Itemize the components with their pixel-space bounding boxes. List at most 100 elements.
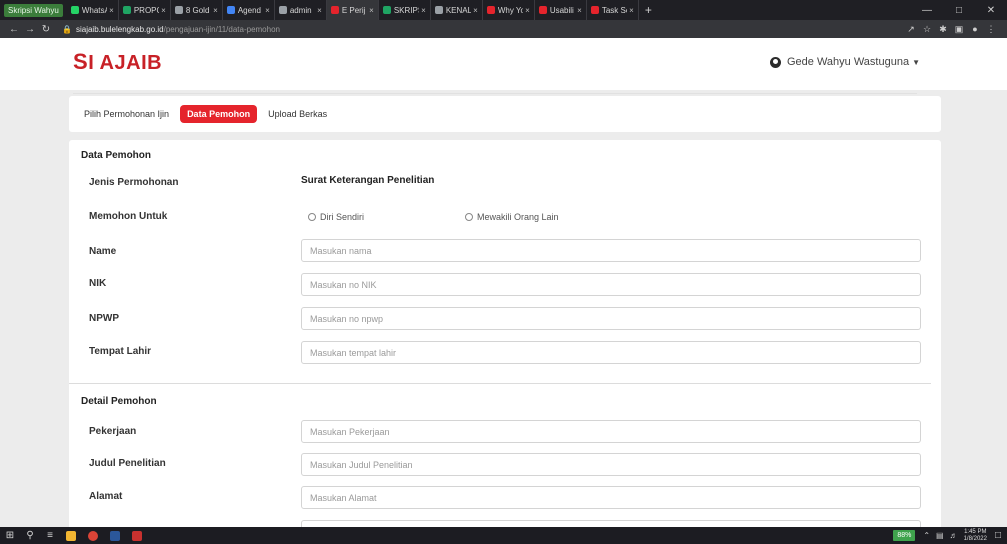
windows-taskbar: ⊞ ⚲ ≡ 88% ⌃ ▤ ♬ 1:45 PM 1/8/2022 □ — [0, 527, 1007, 544]
tab-title: Usabili — [549, 5, 574, 15]
sidebar-icon[interactable]: ▣ — [951, 24, 967, 35]
tab-favicon-icon — [278, 6, 287, 14]
back-icon[interactable]: ← — [6, 24, 22, 35]
step-upload-berkas[interactable]: Upload Berkas — [261, 105, 334, 123]
close-window-icon[interactable]: ✕ — [975, 5, 1007, 16]
nik-input[interactable] — [301, 273, 921, 296]
tab-title: SKRIPS — [393, 5, 419, 15]
browser-tab[interactable]: Agend × — [223, 0, 275, 20]
label-npwp: NPWP — [89, 313, 119, 324]
step-pilih-permohonan[interactable]: Pilih Permohonan Ijin — [77, 105, 176, 123]
address-row: ← → ↻ 🔒 siajaib.bulelengkab.go.id/pengaj… — [0, 20, 1007, 38]
clock-time: 1:45 PM — [964, 528, 987, 535]
windows-start-icon[interactable]: ⊞ — [0, 527, 20, 544]
browser-tab[interactable]: PROPO× — [119, 0, 171, 20]
tab-close-icon[interactable]: × — [421, 6, 426, 15]
browser-tab[interactable]: Task Sc × — [587, 0, 639, 20]
task-view-icon[interactable]: ≡ — [40, 527, 60, 544]
tab-close-icon[interactable]: × — [629, 6, 634, 15]
browser-tab[interactable]: KENAL × — [431, 0, 483, 20]
tab-close-icon[interactable]: × — [161, 6, 166, 15]
chrome-icon[interactable] — [82, 527, 104, 544]
value-jenis-permohonan: Surat Keterangan Penelitian — [301, 175, 435, 186]
npwp-input[interactable] — [301, 307, 921, 330]
caret-down-icon: ▼ — [912, 57, 920, 67]
tab-title: KENAL — [445, 5, 472, 15]
label-alamat: Alamat — [89, 491, 123, 502]
network-icon[interactable]: ▤ — [936, 531, 944, 540]
browser-tab[interactable]: SKRIPS× — [379, 0, 431, 20]
menu-icon[interactable]: ⋮ — [983, 24, 999, 35]
tab-favicon-icon — [382, 6, 391, 14]
profile-chip[interactable]: Skripsi Wahyu — [4, 3, 63, 17]
header-divider — [73, 93, 917, 94]
logo-mark: S — [73, 49, 89, 74]
step-data-pemohon[interactable]: Data Pemohon — [180, 105, 258, 123]
url-path: /pengajuan-ijin/11/data-pemohon — [163, 24, 280, 34]
browser-tab[interactable]: 8 Gold × — [171, 0, 223, 20]
browser-tab[interactable]: Why Yo × — [483, 0, 535, 20]
tab-close-icon[interactable]: × — [473, 6, 478, 15]
tab-title: Agend — [237, 5, 261, 15]
label-pekerjaan: Pekerjaan — [89, 426, 137, 437]
minimize-icon[interactable]: — — [911, 5, 943, 16]
file-explorer-icon[interactable] — [60, 527, 82, 544]
tab-close-icon[interactable]: × — [577, 6, 582, 15]
site-logo[interactable]: SI AJAIB — [73, 49, 162, 75]
word-icon[interactable] — [104, 527, 126, 544]
logo-text: I AJAIB — [88, 52, 163, 74]
tab-close-icon[interactable]: × — [265, 6, 270, 15]
new-tab-button[interactable]: + — [645, 3, 652, 17]
radio-circle-icon[interactable] — [465, 213, 473, 221]
judul-penelitian-input[interactable] — [301, 453, 921, 476]
browser-tab[interactable]: Usabili × — [535, 0, 587, 20]
section-title-data-pemohon: Data Pemohon — [81, 150, 152, 161]
tab-favicon-icon — [434, 6, 443, 14]
browser-tab[interactable]: E Perij × — [326, 0, 379, 20]
radio-mewakili-orang-lain[interactable]: Mewakili Orang Lain — [465, 212, 559, 222]
system-tray: 88% ⌃ ▤ ♬ 1:45 PM 1/8/2022 □ — [893, 527, 1001, 544]
tab-close-icon[interactable]: × — [369, 6, 374, 15]
browser-tab[interactable]: WhatsA × — [67, 0, 119, 20]
star-icon[interactable]: ☆ — [919, 24, 935, 35]
radio-circle-icon[interactable] — [308, 213, 316, 221]
user-icon — [769, 56, 781, 68]
tab-close-icon[interactable]: × — [525, 6, 530, 15]
radio-diri-sendiri[interactable]: Diri Sendiri — [308, 212, 364, 222]
form-card: Data Pemohon Jenis Permohonan Surat Kete… — [69, 140, 941, 532]
browser-tab[interactable]: admin × — [275, 0, 327, 20]
tab-close-icon[interactable]: × — [317, 6, 322, 15]
section-title-detail-pemohon: Detail Pemohon — [81, 396, 157, 407]
tab-title: 8 Gold — [185, 5, 210, 15]
volume-icon[interactable]: ♬ — [950, 531, 958, 540]
label-memohon-untuk: Memohon Untuk — [89, 211, 168, 222]
battery-indicator[interactable]: 88% — [893, 530, 916, 541]
tab-favicon-icon — [174, 6, 183, 14]
tab-title: PROPO — [133, 5, 159, 15]
url-bar[interactable]: 🔒 siajaib.bulelengkab.go.id/pengajuan-ij… — [62, 22, 903, 36]
tab-close-icon[interactable]: × — [109, 6, 114, 15]
profile-icon[interactable]: ● — [967, 24, 983, 34]
tab-title: WhatsA — [81, 5, 108, 15]
alamat-input[interactable] — [301, 486, 921, 509]
share-icon[interactable]: ↗ — [903, 24, 919, 35]
maximize-icon[interactable]: □ — [943, 5, 975, 16]
reload-icon[interactable]: ↻ — [38, 24, 54, 35]
search-icon[interactable]: ⚲ — [20, 527, 40, 544]
tempat-lahir-input[interactable] — [301, 341, 921, 364]
tray-chevron-icon[interactable]: ⌃ — [923, 531, 930, 540]
forward-icon[interactable]: → — [22, 24, 38, 35]
window-controls: — □ ✕ — [911, 0, 1007, 20]
pekerjaan-input[interactable] — [301, 420, 921, 443]
notification-icon[interactable]: □ — [995, 530, 1001, 541]
app-icon[interactable] — [126, 527, 148, 544]
tab-favicon-icon — [330, 6, 339, 14]
tab-close-icon[interactable]: × — [213, 6, 218, 15]
user-menu[interactable]: Gede Wahyu Wastuguna ▼ — [769, 56, 920, 68]
label-jenis-permohonan: Jenis Permohonan — [89, 177, 179, 188]
clock[interactable]: 1:45 PM 1/8/2022 — [964, 529, 987, 543]
extensions-icon[interactable]: ✱ — [935, 24, 951, 35]
tab-favicon-icon — [226, 6, 235, 14]
label-judul-penelitian: Judul Penelitian — [89, 458, 166, 469]
name-input[interactable] — [301, 239, 921, 262]
